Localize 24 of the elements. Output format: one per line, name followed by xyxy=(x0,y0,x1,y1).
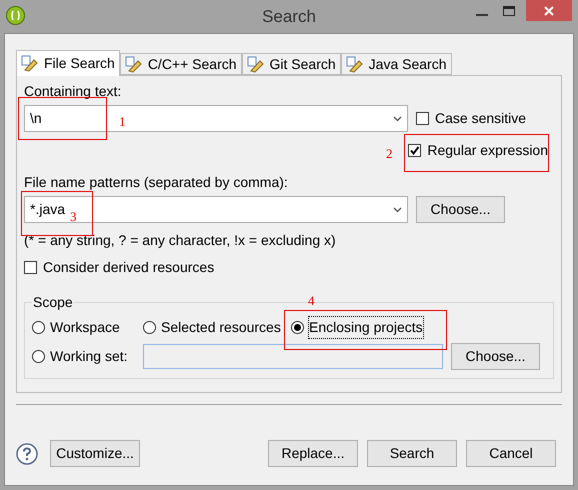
radio-label: Enclosing projects xyxy=(309,316,423,338)
button[interactable]: Replace... xyxy=(268,440,358,467)
button[interactable]: Choose... xyxy=(416,196,505,223)
field-label: File name patterns (separated by comma): xyxy=(24,173,289,191)
radio-label: Workspace xyxy=(50,318,120,337)
annotation-number: 1 xyxy=(119,115,126,129)
checkbox-label: Regular expression xyxy=(427,140,548,160)
button[interactable]: Search xyxy=(367,440,457,467)
checkbox-label: Case sensitive xyxy=(435,109,526,128)
button[interactable]: Customize... xyxy=(50,440,140,467)
radio-label: Working set: xyxy=(50,347,128,366)
checkbox-label: Consider derived resources xyxy=(43,258,214,277)
tab[interactable]: C/C++ Search xyxy=(120,53,242,75)
button[interactable]: Cancel xyxy=(466,440,556,467)
button[interactable]: Choose... xyxy=(451,343,540,370)
field-label: Containing text: xyxy=(24,82,122,100)
tab[interactable]: File Search xyxy=(16,50,120,76)
tab[interactable]: Git Search xyxy=(242,53,341,75)
annotation-number: 4 xyxy=(308,294,314,308)
annotation-number: 3 xyxy=(70,210,76,224)
window-title: Search xyxy=(262,6,316,28)
tab[interactable]: Java Search xyxy=(340,53,452,75)
annotation-number: 2 xyxy=(386,147,392,161)
radio-label: Selected resources xyxy=(161,318,281,336)
